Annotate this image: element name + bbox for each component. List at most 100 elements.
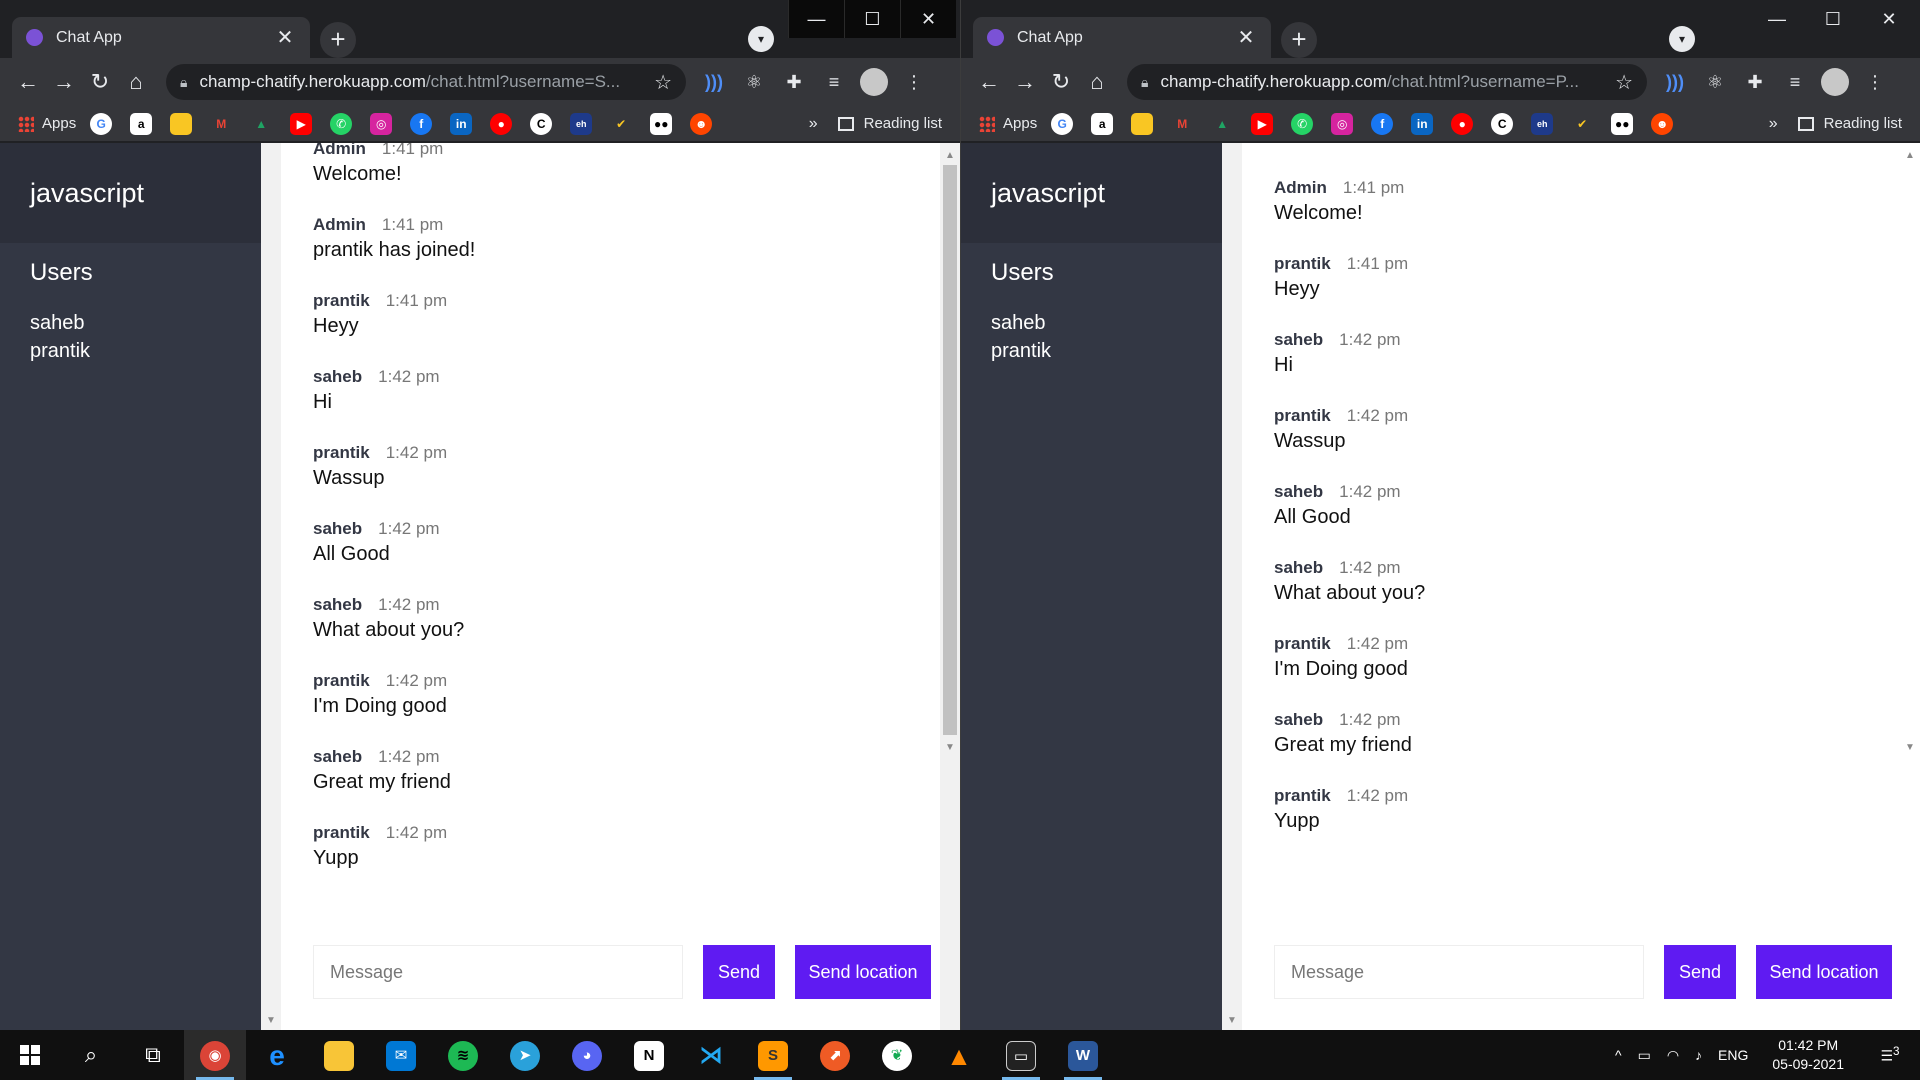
- apps-bookmark[interactable]: Apps: [979, 115, 1037, 132]
- reading-list-button[interactable]: Reading list: [837, 115, 942, 132]
- start-button[interactable]: [0, 1030, 60, 1080]
- youtube-icon[interactable]: ▶: [1251, 112, 1274, 135]
- amazon-icon[interactable]: a: [130, 112, 153, 135]
- send-button[interactable]: Send: [703, 945, 775, 999]
- page-scrollbar[interactable]: ▲ ▼: [940, 143, 960, 1030]
- search-icon[interactable]: ⌕: [60, 1030, 122, 1080]
- scrollbar-thumb[interactable]: [943, 165, 957, 735]
- react-devtools-icon[interactable]: ⚛: [1695, 64, 1735, 100]
- volume-icon[interactable]: ♪: [1695, 1047, 1702, 1063]
- show-hidden-icons-icon[interactable]: ^: [1615, 1047, 1622, 1063]
- tab-search-icon[interactable]: ▾: [748, 26, 774, 52]
- browser-tab[interactable]: Chat App ✕: [973, 17, 1271, 58]
- whatsapp-icon[interactable]: ✆: [1291, 112, 1314, 135]
- profile-avatar[interactable]: [1821, 68, 1849, 96]
- google-icon[interactable]: G: [90, 112, 113, 135]
- eh-icon[interactable]: eh: [1531, 112, 1554, 135]
- forward-icon[interactable]: →: [46, 64, 82, 100]
- close-window-button[interactable]: ✕: [900, 0, 956, 38]
- google-icon[interactable]: G: [1051, 112, 1074, 135]
- amazon-icon[interactable]: a: [1091, 112, 1114, 135]
- messages-list[interactable]: Admin 1:41 pm Welcome! prantik 1:41 pm Heyy sa…: [1242, 143, 1900, 903]
- facebook-icon[interactable]: f: [410, 112, 433, 135]
- battery-icon[interactable]: ▭: [1638, 1047, 1651, 1064]
- minimize-button[interactable]: —: [1749, 0, 1805, 38]
- vlc-icon[interactable]: ▲: [928, 1030, 990, 1080]
- gmail-icon[interactable]: M: [1171, 113, 1193, 135]
- word-icon[interactable]: W: [1052, 1030, 1114, 1080]
- reload-icon[interactable]: ↻: [1043, 64, 1079, 100]
- address-bar[interactable]: 🔒︎ champ-chatify.herokuapp.com/chat.html…: [1127, 64, 1647, 100]
- clock[interactable]: 01:42 PM 05-09-2021: [1772, 1036, 1844, 1074]
- eh-icon[interactable]: eh: [570, 112, 593, 135]
- mail-icon[interactable]: ✉: [370, 1030, 432, 1080]
- react-devtools-icon[interactable]: ⚛: [734, 64, 774, 100]
- file-explorer-icon[interactable]: [308, 1030, 370, 1080]
- todoist-icon[interactable]: ✔: [610, 113, 632, 135]
- tab-search-icon[interactable]: ▾: [1669, 26, 1695, 52]
- extension-wave-icon[interactable]: ))): [694, 64, 734, 100]
- edge-icon[interactable]: e: [246, 1030, 308, 1080]
- media-queue-icon[interactable]: ≡: [1775, 64, 1815, 100]
- youtube-music-icon[interactable]: ●: [1451, 112, 1474, 135]
- reload-icon[interactable]: ↻: [82, 64, 118, 100]
- messages-list[interactable]: Admin 1:41 pm Welcome! Admin 1:41 pm prantik …: [281, 143, 940, 903]
- forward-icon[interactable]: →: [1007, 64, 1043, 100]
- linkedin-icon[interactable]: in: [450, 112, 473, 135]
- scroll-up-arrow-icon[interactable]: ▲: [940, 147, 960, 165]
- telegram-icon[interactable]: ➤: [494, 1030, 556, 1080]
- scroll-up-arrow-icon[interactable]: ▲: [1900, 147, 1920, 165]
- maximize-button[interactable]: ☐: [1805, 0, 1861, 38]
- extensions-puzzle-icon[interactable]: ✚: [1735, 64, 1775, 100]
- instagram-icon[interactable]: ◎: [1331, 112, 1354, 135]
- browser-tab[interactable]: Chat App ✕: [12, 17, 310, 58]
- todoist-icon[interactable]: ✔: [1571, 113, 1593, 135]
- linkedin-icon[interactable]: in: [1411, 112, 1434, 135]
- bookmark-star-icon[interactable]: ☆: [654, 70, 672, 95]
- message-input[interactable]: [1274, 945, 1644, 999]
- medium-icon[interactable]: ●●: [1611, 112, 1634, 135]
- scroll-down-arrow-icon[interactable]: ▼: [940, 739, 960, 757]
- terminal-icon[interactable]: ▭: [990, 1030, 1052, 1080]
- minimize-button[interactable]: —: [788, 0, 844, 38]
- extension-wave-icon[interactable]: ))): [1655, 64, 1695, 100]
- apps-bookmark[interactable]: Apps: [18, 115, 76, 132]
- sublime-icon[interactable]: S: [742, 1030, 804, 1080]
- youtube-music-icon[interactable]: ●: [490, 112, 513, 135]
- close-window-button[interactable]: ✕: [1861, 0, 1917, 38]
- bookmarks-overflow-icon[interactable]: »: [1769, 115, 1778, 133]
- keep-icon[interactable]: [1131, 112, 1154, 135]
- maximize-button[interactable]: ☐: [844, 0, 900, 38]
- bookmark-star-icon[interactable]: ☆: [1615, 70, 1633, 95]
- send-location-button[interactable]: Send location: [1756, 945, 1892, 999]
- new-tab-button[interactable]: +: [1281, 22, 1317, 58]
- bookmarks-overflow-icon[interactable]: »: [809, 115, 818, 133]
- discord-icon[interactable]: ◕: [556, 1030, 618, 1080]
- gutter-down-arrow-icon[interactable]: ▼: [1222, 1015, 1242, 1026]
- wifi-icon[interactable]: ◠: [1667, 1047, 1679, 1064]
- chrome-icon[interactable]: ◉: [184, 1030, 246, 1080]
- home-icon[interactable]: ⌂: [1079, 64, 1115, 100]
- reddit-icon[interactable]: ☻: [690, 112, 713, 135]
- medium-icon[interactable]: ●●: [650, 112, 673, 135]
- send-location-button[interactable]: Send location: [795, 945, 931, 999]
- mongodb-icon[interactable]: ❦: [866, 1030, 928, 1080]
- facebook-icon[interactable]: f: [1371, 112, 1394, 135]
- whatsapp-icon[interactable]: ✆: [330, 112, 353, 135]
- language-indicator[interactable]: ENG: [1718, 1047, 1748, 1063]
- keep-icon[interactable]: [170, 112, 193, 135]
- media-queue-icon[interactable]: ≡: [814, 64, 854, 100]
- menu-kebab-icon[interactable]: ⋮: [1855, 64, 1895, 100]
- send-button[interactable]: Send: [1664, 945, 1736, 999]
- coursera-icon[interactable]: C: [530, 112, 553, 135]
- gmail-icon[interactable]: M: [210, 113, 232, 135]
- gutter-down-arrow-icon[interactable]: ▼: [261, 1015, 281, 1026]
- notion-icon[interactable]: N: [618, 1030, 680, 1080]
- drive-icon[interactable]: ▲: [250, 113, 272, 135]
- instagram-icon[interactable]: ◎: [370, 112, 393, 135]
- back-icon[interactable]: ←: [10, 64, 46, 100]
- home-icon[interactable]: ⌂: [118, 64, 154, 100]
- vscode-icon[interactable]: ⋊: [680, 1030, 742, 1080]
- new-tab-button[interactable]: +: [320, 22, 356, 58]
- extensions-puzzle-icon[interactable]: ✚: [774, 64, 814, 100]
